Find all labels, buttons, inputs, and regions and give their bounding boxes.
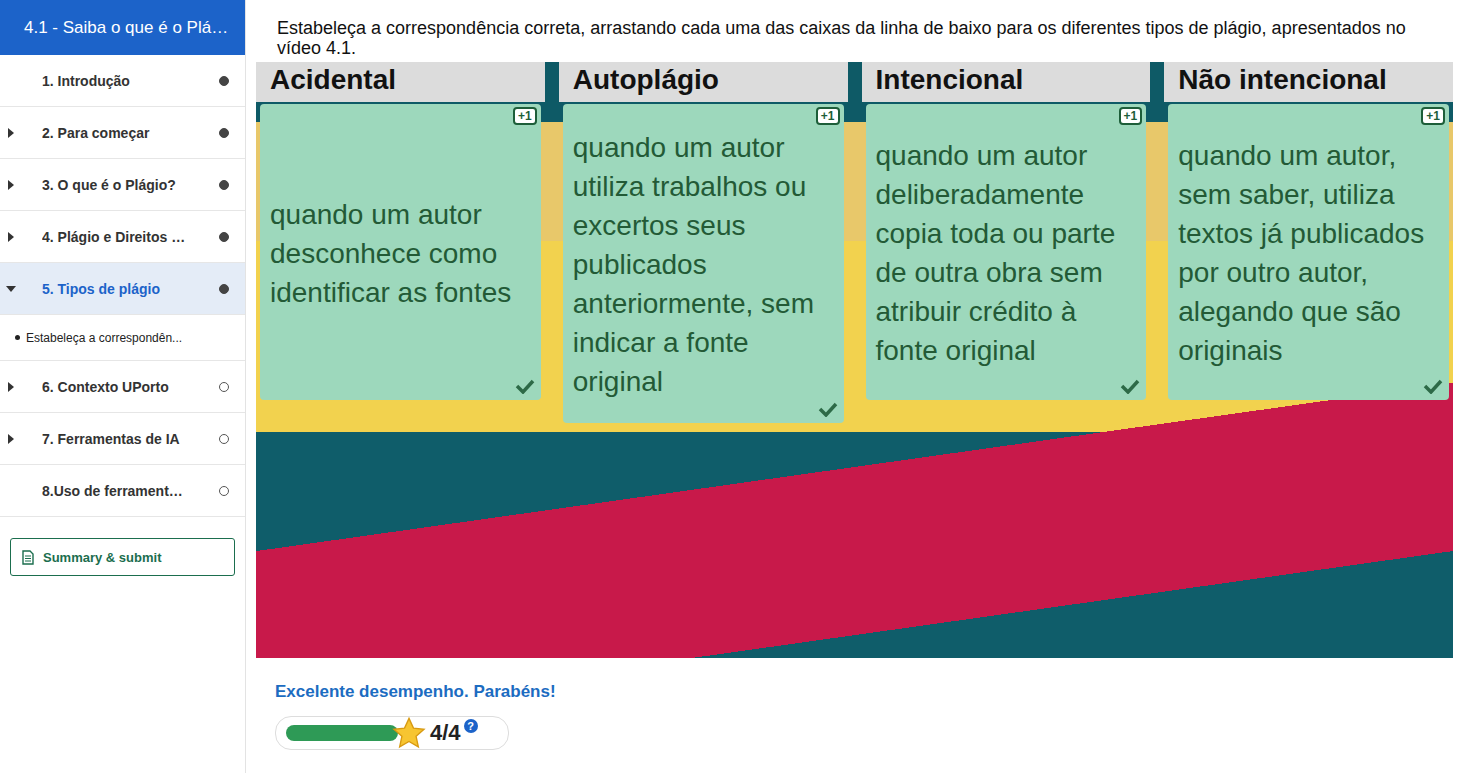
status-dot-icon — [219, 76, 229, 86]
feedback-text: Excelente desempenho. Parabéns! — [275, 682, 1453, 702]
sidebar-item-label: 1. Introdução — [42, 73, 219, 89]
sidebar-item[interactable]: 4. Plágio e Direitos … — [0, 211, 245, 263]
sidebar-item-label: 5. Tipos de plágio — [42, 281, 219, 297]
draggable-card[interactable]: +1quando um autor utiliza trabalhos ou e… — [563, 104, 844, 423]
caret-icon — [8, 232, 14, 242]
sidebar-item[interactable]: 6. Contexto UPorto — [0, 361, 245, 413]
status-dot-icon — [219, 128, 229, 138]
draggable-card[interactable]: +1quando um autor deliberadamente copia … — [866, 104, 1147, 400]
check-icon — [818, 401, 838, 417]
sidebar-item[interactable]: 2. Para começar — [0, 107, 245, 159]
sidebar: 4.1 - Saiba o que é o Plá… 1. Introdução 2… — [0, 0, 246, 773]
status-dot-icon — [219, 434, 229, 444]
score-fill — [286, 725, 398, 741]
sidebar-item-label: 3. O que é o Plágio? — [42, 177, 219, 193]
drop-zone-title: Autoplágio — [559, 62, 848, 102]
app: 4.1 - Saiba o que é o Plá… 1. Introdução 2… — [0, 0, 1462, 773]
draggable-card[interactable]: +1quando um autor, sem saber, utiliza te… — [1168, 104, 1449, 400]
check-icon — [1120, 378, 1140, 394]
sidebar-item-label: 7. Ferramentas de IA — [42, 431, 219, 447]
drop-zone-title: Intencional — [862, 62, 1151, 102]
drop-zone[interactable]: Não intencional+1quando um autor, sem sa… — [1164, 62, 1453, 400]
status-dot-icon — [219, 180, 229, 190]
status-dot-icon — [219, 232, 229, 242]
caret-icon — [8, 382, 14, 392]
score-text: 4/4 — [430, 720, 461, 746]
sidebar-item-label: 2. Para começar — [42, 125, 219, 141]
status-dot-icon — [219, 382, 229, 392]
document-icon — [21, 550, 35, 565]
drop-zone-title: Acidental — [256, 62, 545, 102]
sidebar-item-label: 6. Contexto UPorto — [42, 379, 219, 395]
star-icon — [392, 717, 426, 749]
help-icon[interactable]: ? — [464, 719, 478, 733]
sidebar-item[interactable]: 3. O que é o Plágio? — [0, 159, 245, 211]
drop-zone-title: Não intencional — [1164, 62, 1453, 102]
score-badge: +1 — [1421, 107, 1445, 125]
drop-zone[interactable]: Intencional+1quando um autor deliberadam… — [862, 62, 1151, 400]
caret-icon — [8, 180, 14, 190]
sidebar-item[interactable]: Estabeleça a correspondên... — [0, 315, 245, 361]
sidebar-item[interactable]: 1. Introdução — [0, 55, 245, 107]
caret-icon — [6, 286, 16, 292]
score-badge: +1 — [1119, 107, 1143, 125]
drop-zone[interactable]: Acidental+1quando um autor desconhece co… — [256, 62, 545, 400]
sidebar-item[interactable]: 8.Uso de ferrament… — [0, 465, 245, 517]
score-badge: +1 — [513, 107, 537, 125]
summary-submit-button[interactable]: Summary & submit — [10, 538, 235, 576]
caret-icon — [8, 434, 14, 444]
sidebar-item-label: 8.Uso de ferrament… — [42, 483, 219, 499]
sidebar-item[interactable]: 5. Tipos de plágio — [0, 263, 245, 315]
main-content: Estabeleça a correspondência correta, ar… — [246, 0, 1462, 773]
caret-icon — [8, 128, 14, 138]
drag-drop-board: Acidental+1quando um autor desconhece co… — [256, 62, 1453, 658]
check-icon — [515, 378, 535, 394]
check-icon — [1423, 378, 1443, 394]
bullet-icon — [15, 335, 20, 340]
instruction: Estabeleça a correspondência correta, ar… — [277, 18, 1453, 58]
draggable-card[interactable]: +1quando um autor desconhece como identi… — [260, 104, 541, 400]
status-dot-icon — [219, 284, 229, 294]
score-badge: +1 — [816, 107, 840, 125]
sidebar-item-label: 4. Plágio e Direitos … — [42, 229, 219, 245]
sidebar-item-label: Estabeleça a correspondên... — [26, 331, 229, 345]
sidebar-item[interactable]: 7. Ferramentas de IA — [0, 413, 245, 465]
drop-zone[interactable]: Autoplágio+1quando um autor utiliza trab… — [559, 62, 848, 423]
score-bar: 4/4? — [275, 716, 509, 750]
sidebar-header[interactable]: 4.1 - Saiba o que é o Plá… — [0, 0, 245, 55]
status-dot-icon — [219, 486, 229, 496]
score-track — [286, 725, 398, 741]
